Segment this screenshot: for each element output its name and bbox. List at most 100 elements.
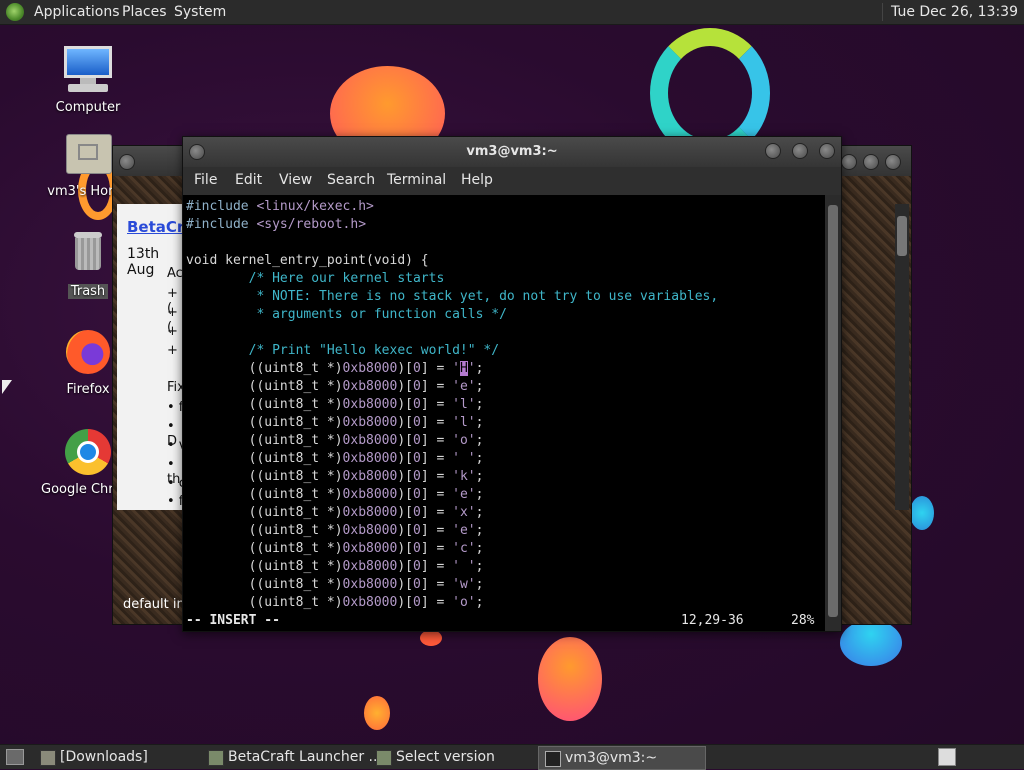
taskbar-item-betacraft[interactable]: BetaCraft Launcher ... bbox=[202, 746, 390, 768]
code-text: ; bbox=[475, 397, 484, 412]
code-line: ((uint8_t *)0xb8000)[0] = 'e'; bbox=[186, 378, 484, 396]
taskbar-item-label: BetaCraft Launcher ... bbox=[228, 749, 382, 765]
desktop-icon-computer[interactable]: Computer bbox=[38, 44, 138, 115]
code-line: void kernel_entry_point(void) { bbox=[186, 252, 429, 270]
distro-logo-icon[interactable] bbox=[6, 3, 24, 21]
changelog-scrollbar[interactable] bbox=[895, 204, 909, 510]
char-literal: x bbox=[459, 505, 468, 520]
code-text: ((uint8_t *) bbox=[186, 505, 343, 520]
taskbar-item-label: vm3@vm3:~ bbox=[565, 750, 658, 766]
code-line: #include <linux/kexec.h> bbox=[186, 198, 374, 216]
window-menu-button[interactable] bbox=[189, 144, 205, 160]
changelog-line: Ac bbox=[167, 266, 183, 281]
wallpaper-blue-blob bbox=[840, 620, 902, 666]
code-text: ] = bbox=[420, 577, 453, 592]
code-text: ; bbox=[475, 487, 484, 502]
code-text: ; bbox=[475, 361, 484, 376]
code-text: ((uint8_t *) bbox=[186, 379, 343, 394]
terminal-scrollbar[interactable] bbox=[825, 195, 841, 631]
chrome-icon bbox=[62, 426, 114, 478]
code-text: ; bbox=[475, 379, 484, 394]
menu-system[interactable]: System bbox=[174, 3, 226, 21]
char-quote: ' bbox=[467, 577, 476, 592]
maximize-button[interactable] bbox=[792, 143, 808, 159]
betacraft-icon bbox=[376, 750, 392, 766]
menu-applications[interactable]: Applications bbox=[34, 3, 120, 21]
bottom-panel: [Downloads] BetaCraft Launcher ... Selec… bbox=[0, 744, 1024, 770]
code-line: ((uint8_t *)0xb8000)[0] = ' '; bbox=[186, 450, 484, 468]
code-line: #include <sys/reboot.h> bbox=[186, 216, 366, 234]
char-quote: ' bbox=[452, 469, 460, 484]
panel-clock[interactable]: Tue Dec 26, 13:39 bbox=[882, 3, 1018, 21]
code-text: ] = bbox=[420, 361, 453, 376]
char-quote: ' bbox=[452, 487, 460, 502]
menu-places[interactable]: Places bbox=[122, 3, 167, 21]
index-literal: 0 bbox=[413, 595, 421, 610]
code-comment: /* Print "Hello kexec world!" */ bbox=[186, 343, 500, 358]
code-text: ] = bbox=[420, 487, 453, 502]
close-button[interactable] bbox=[819, 143, 835, 159]
char-literal: k bbox=[459, 469, 468, 484]
menu-help[interactable]: Help bbox=[461, 172, 493, 188]
code-text: )[ bbox=[397, 469, 413, 484]
char-quote: ' bbox=[452, 433, 460, 448]
show-desktop-button[interactable] bbox=[6, 749, 24, 765]
hex-literal: 0xb8000 bbox=[342, 361, 398, 376]
minimize-button[interactable] bbox=[119, 154, 135, 170]
code-comment: * NOTE: There is no stack yet, do not tr… bbox=[186, 289, 719, 304]
terminal-title: vm3@vm3:~ bbox=[466, 144, 558, 159]
code-text: ] = bbox=[420, 415, 453, 430]
char-quote: ' bbox=[467, 361, 476, 376]
taskbar-item-downloads[interactable]: [Downloads] bbox=[34, 746, 220, 768]
index-literal: 0 bbox=[413, 559, 421, 574]
code-text: ; bbox=[475, 541, 484, 556]
terminal-titlebar[interactable]: vm3@vm3:~ bbox=[183, 137, 841, 167]
hex-literal: 0xb8000 bbox=[342, 559, 398, 574]
changelog-link[interactable]: BetaCraft bbox=[127, 218, 187, 236]
hex-literal: 0xb8000 bbox=[342, 523, 398, 538]
taskbar-item-select-version[interactable]: Select version bbox=[370, 746, 558, 768]
taskbar-item-terminal[interactable]: vm3@vm3:~ bbox=[538, 746, 706, 770]
scrollbar-thumb[interactable] bbox=[897, 216, 907, 256]
desktop-icon-label: Firefox bbox=[66, 382, 110, 397]
char-literal: c bbox=[459, 541, 468, 556]
code-text: ((uint8_t *) bbox=[186, 415, 343, 430]
code-text: )[ bbox=[397, 433, 413, 448]
minimize-button[interactable] bbox=[765, 143, 781, 159]
code-text: ] = bbox=[420, 451, 453, 466]
menu-edit[interactable]: Edit bbox=[235, 172, 262, 188]
include-path: <sys/reboot.h> bbox=[248, 217, 367, 232]
top-panel: Applications Places System Tue Dec 26, 1… bbox=[0, 0, 1024, 25]
char-quote: ' bbox=[452, 397, 460, 412]
menu-view[interactable]: View bbox=[279, 172, 312, 188]
wallpaper-teal-blob bbox=[910, 496, 934, 530]
taskbar-item-label: [Downloads] bbox=[60, 749, 148, 765]
menu-search[interactable]: Search bbox=[327, 172, 375, 188]
code-text: ((uint8_t *) bbox=[186, 433, 343, 448]
menu-terminal[interactable]: Terminal bbox=[387, 172, 446, 188]
terminal-text-area[interactable]: -- INSERT -- 12,29-36 28% #include <linu… bbox=[183, 195, 825, 631]
code-text: ; bbox=[475, 505, 484, 520]
code-line: /* Print "Hello kexec world!" */ bbox=[186, 342, 499, 360]
code-text: ; bbox=[475, 523, 484, 538]
index-literal: 0 bbox=[413, 469, 421, 484]
char-quote: ' bbox=[452, 451, 460, 466]
workspace-switcher[interactable] bbox=[938, 748, 956, 766]
code-text: ((uint8_t *) bbox=[186, 397, 343, 412]
code-text: ] = bbox=[420, 505, 453, 520]
minimize-button[interactable] bbox=[841, 154, 857, 170]
terminal-window[interactable]: vm3@vm3:~ File Edit View Search Terminal… bbox=[182, 136, 842, 632]
close-button[interactable] bbox=[885, 154, 901, 170]
hex-literal: 0xb8000 bbox=[342, 451, 398, 466]
char-quote: ' bbox=[452, 379, 460, 394]
char-quote: ' bbox=[467, 433, 476, 448]
char-quote: ' bbox=[467, 487, 476, 502]
index-literal: 0 bbox=[413, 541, 421, 556]
code-comment: * arguments or function calls */ bbox=[186, 307, 507, 322]
code-text: ] = bbox=[420, 469, 453, 484]
hex-literal: 0xb8000 bbox=[342, 379, 398, 394]
menu-file[interactable]: File bbox=[194, 172, 217, 188]
scrollbar-thumb[interactable] bbox=[828, 205, 838, 617]
maximize-button[interactable] bbox=[863, 154, 879, 170]
char-literal: w bbox=[459, 577, 468, 592]
